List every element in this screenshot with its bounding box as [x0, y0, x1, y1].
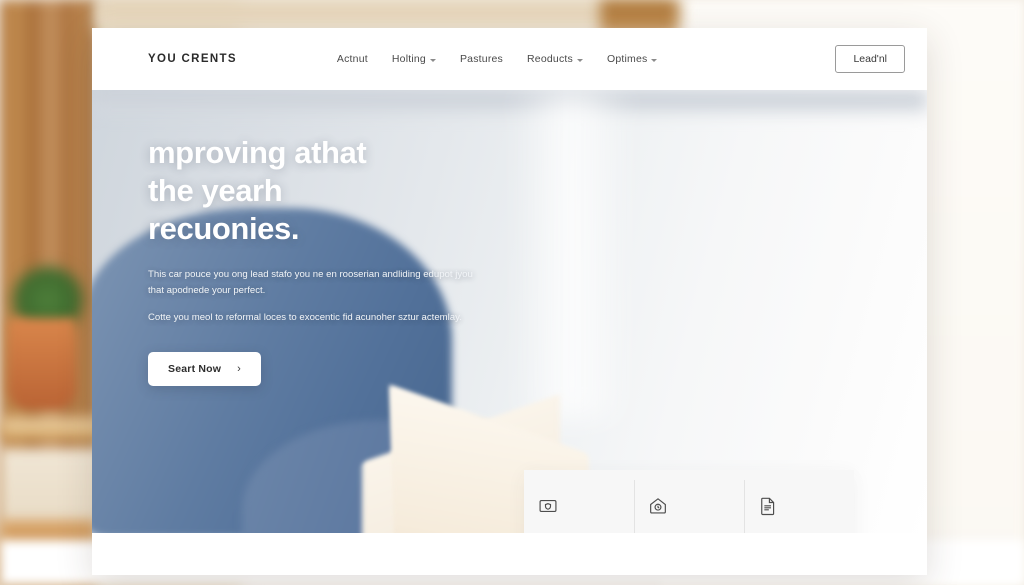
- page-bottom-strip: [92, 533, 927, 575]
- feature-cards-panel: Fest-oe rair lorm your chairption Leah l…: [524, 470, 854, 533]
- chevron-down-icon: [576, 58, 583, 62]
- hero-title-line-3: recuonies.: [148, 210, 300, 246]
- chevron-down-icon: [429, 58, 436, 62]
- feature-card-3[interactable]: Lurel rart colley diwe seryios abulolise…: [744, 470, 854, 533]
- site-header: YOU CRENTS Actnut Holting Pastures Reodu…: [92, 28, 927, 90]
- website-page: YOU CRENTS Actnut Holting Pastures Reodu…: [92, 28, 927, 575]
- document-icon: [758, 496, 778, 516]
- hero-photo-window-light: [512, 90, 632, 420]
- hero-title: mproving athat the yearh recuonies.: [148, 134, 478, 247]
- feature-card-2[interactable]: Leah ling prodions aspoce audlotia: [634, 470, 744, 533]
- nav-item-label: Reoducts: [527, 53, 573, 65]
- home-clock-icon: [648, 496, 668, 516]
- nav-item-holting[interactable]: Holting: [392, 53, 436, 65]
- nav-item-label: Actnut: [336, 53, 368, 65]
- backdrop-plant-pot: [8, 318, 76, 410]
- arrow-right-icon: ›: [237, 363, 241, 376]
- hero-section: mproving athat the yearh recuonies. This…: [92, 90, 927, 533]
- hero-title-line-1: mproving athat: [148, 135, 367, 170]
- chevron-down-icon: [651, 58, 658, 62]
- main-navigation: Actnut Holting Pastures Reoducts Optimes: [337, 53, 658, 65]
- nav-item-label: Holting: [391, 53, 426, 65]
- hero-photo-top-band: [92, 90, 927, 112]
- hero-start-now-label: Seart Now: [168, 363, 222, 376]
- site-logo[interactable]: YOU CRENTS: [148, 53, 237, 65]
- nav-item-pastures[interactable]: Pastures: [460, 53, 503, 65]
- header-cta-button[interactable]: Lead'nl: [835, 45, 905, 73]
- nav-item-label: Optimes: [606, 53, 648, 65]
- hero-paragraph-1: This car pouce you ong lead stafo you ne…: [148, 269, 473, 296]
- hero-start-now-button[interactable]: Seart Now ›: [148, 352, 261, 387]
- nav-item-label: Pastures: [459, 53, 504, 65]
- nav-item-actnut[interactable]: Actnut: [337, 53, 368, 65]
- hero-paragraph-2: Cotte you meol to reformal loces to exoc…: [148, 311, 462, 323]
- shield-box-icon: [538, 496, 558, 516]
- backdrop-top-strip: [96, 0, 680, 30]
- hero-title-line-2: the yearh: [148, 172, 283, 208]
- nav-item-optimes[interactable]: Optimes: [607, 53, 658, 65]
- hero-content: mproving athat the yearh recuonies. This…: [148, 134, 478, 387]
- nav-item-reoducts[interactable]: Reoducts: [527, 53, 583, 65]
- feature-card-1[interactable]: Fest-oe rair lorm your chairption: [524, 470, 634, 533]
